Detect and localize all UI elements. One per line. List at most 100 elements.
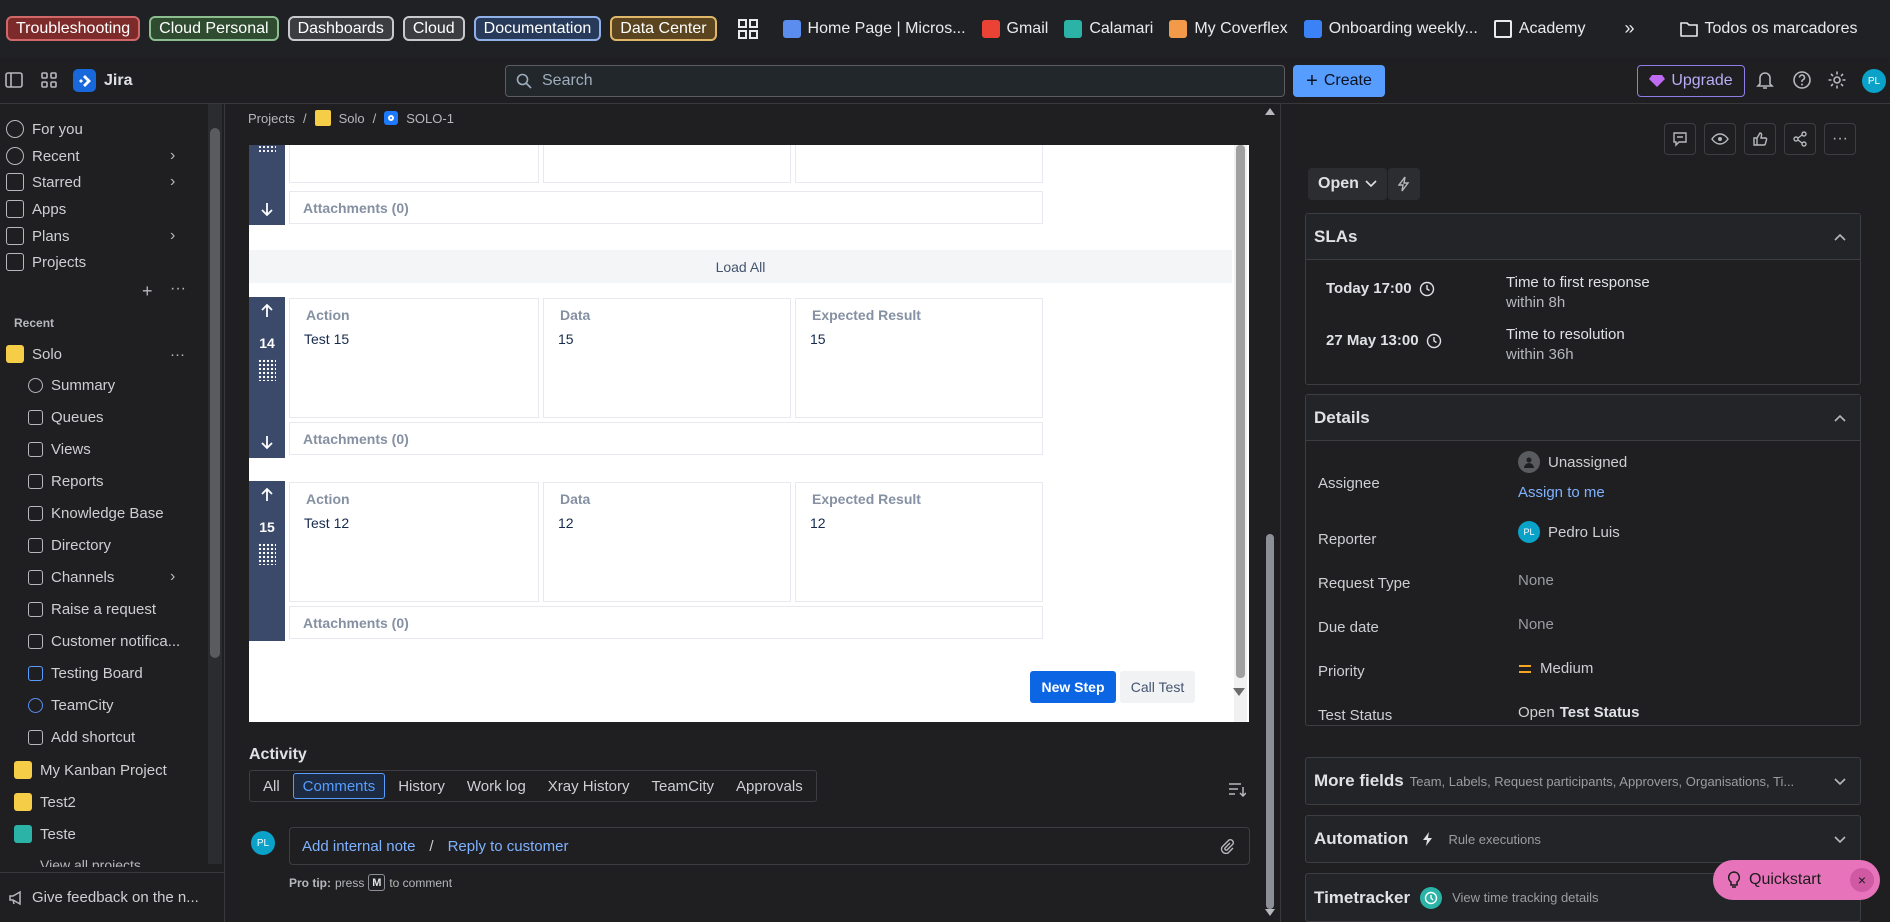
quickstart-button[interactable]: Quickstart ×	[1713, 860, 1880, 900]
sidebar-project[interactable]: Test2	[0, 787, 205, 817]
scroll-up-arrow-icon[interactable]	[1265, 108, 1275, 115]
move-up-icon[interactable]	[259, 487, 275, 503]
step-data-cell[interactable]: Data 15	[543, 298, 791, 418]
drag-handle-icon[interactable]	[258, 359, 276, 381]
drag-handle-icon[interactable]	[258, 543, 276, 565]
sidebar-item-projects[interactable]: Projects	[0, 247, 205, 277]
help-icon[interactable]	[1792, 70, 1812, 90]
bookmark-link[interactable]: Onboarding weekly...	[1303, 19, 1478, 38]
assignee-value[interactable]: Unassigned	[1518, 451, 1627, 473]
breadcrumb-projects[interactable]: Projects	[248, 111, 295, 126]
more-actions-button[interactable]: ···	[1824, 123, 1856, 155]
more-bookmarks-icon[interactable]: »	[1625, 18, 1635, 39]
add-internal-note-link[interactable]: Add internal note	[302, 838, 415, 855]
bookmark-folder[interactable]: Cloud Personal	[149, 16, 279, 41]
step-action-cell[interactable]: Action Test 12	[289, 482, 539, 602]
projects-more-icon[interactable]: ···	[170, 280, 186, 298]
quickstart-close-icon[interactable]: ×	[1850, 868, 1874, 892]
breadcrumb-issue[interactable]: SOLO-1	[406, 111, 454, 126]
step-expected-cell[interactable]: Expected Result 15	[795, 298, 1043, 418]
scroll-down-arrow-icon[interactable]	[1233, 688, 1245, 696]
sidebar-item-reports[interactable]: Reports	[0, 466, 205, 496]
status-dropdown[interactable]: Open	[1308, 168, 1387, 200]
upgrade-button[interactable]: Upgrade	[1637, 65, 1745, 97]
create-button[interactable]: + Create	[1293, 65, 1385, 97]
bookmark-folder[interactable]: Dashboards	[287, 16, 394, 41]
sidebar-project[interactable]: My Kanban Project	[0, 755, 205, 785]
sidebar-item-queues[interactable]: Queues	[0, 402, 205, 432]
sidebar-item-for-you[interactable]: For you	[0, 114, 205, 144]
move-down-icon[interactable]	[259, 201, 275, 217]
sidebar-scrollbar[interactable]	[208, 104, 222, 864]
comment-box[interactable]: Add internal note / Reply to customer	[289, 827, 1250, 865]
request-type-value[interactable]: None	[1518, 572, 1554, 589]
sidebar-project-solo[interactable]: Solo ···	[0, 339, 205, 369]
feedback-button[interactable]	[1664, 123, 1696, 155]
reply-to-customer-link[interactable]: Reply to customer	[448, 838, 569, 855]
sidebar-project[interactable]: Teste	[0, 819, 205, 849]
scroll-down-arrow-icon[interactable]	[1265, 909, 1275, 916]
avatar[interactable]: PL	[1862, 69, 1886, 93]
automation-button[interactable]	[1388, 168, 1420, 200]
move-up-icon[interactable]	[259, 303, 275, 319]
notifications-icon[interactable]	[1756, 70, 1774, 90]
sidebar-item-views[interactable]: Views	[0, 434, 205, 464]
sidebar-item-channels[interactable]: Channels ›	[0, 562, 205, 592]
step-data-cell[interactable]	[543, 145, 791, 183]
bookmark-link[interactable]: Gmail	[981, 19, 1048, 38]
automation-section[interactable]: Automation Rule executions	[1305, 815, 1861, 863]
step-data-cell[interactable]: Data 12	[543, 482, 791, 602]
step-attachments[interactable]: Attachments (0)	[289, 191, 1043, 224]
step-attachments[interactable]: Attachments (0)	[289, 422, 1043, 455]
share-button[interactable]	[1784, 123, 1816, 155]
new-step-button[interactable]: New Step	[1030, 671, 1116, 703]
sidebar-item-add-shortcut[interactable]: Add shortcut	[0, 722, 205, 752]
bookmark-folder[interactable]: Cloud	[402, 16, 465, 41]
tab-approvals[interactable]: Approvals	[727, 773, 812, 799]
details-header[interactable]: Details	[1306, 395, 1860, 441]
main-scrollbar[interactable]	[1262, 104, 1278, 922]
vote-button[interactable]	[1744, 123, 1776, 155]
projects-add-icon[interactable]: +	[142, 281, 153, 302]
tab-work-log[interactable]: Work log	[458, 773, 535, 799]
sidebar-toggle-icon[interactable]	[5, 71, 23, 89]
feedback-link[interactable]: Give feedback on the n...	[0, 872, 224, 922]
breadcrumb-project[interactable]: Solo	[339, 111, 365, 126]
test-status-value[interactable]: Open Test Status	[1518, 704, 1639, 721]
reporter-value[interactable]: PL Pedro Luis	[1518, 521, 1620, 543]
move-down-icon[interactable]	[259, 434, 275, 450]
sidebar-item-knowledge-base[interactable]: Knowledge Base	[0, 498, 205, 528]
watch-button[interactable]	[1704, 123, 1736, 155]
bookmark-link[interactable]: My Coverflex	[1169, 19, 1288, 38]
sidebar-item-directory[interactable]: Directory	[0, 530, 205, 560]
slas-header[interactable]: SLAs	[1306, 214, 1860, 260]
bookmark-link[interactable]: Academy	[1493, 19, 1586, 38]
sidebar-item-customer-notifica-[interactable]: Customer notifica...	[0, 626, 205, 656]
chevron-right-icon[interactable]: ›	[170, 568, 175, 586]
tab-history[interactable]: History	[389, 773, 454, 799]
step-action-cell[interactable]	[289, 145, 539, 183]
bookmark-link[interactable]: Calamari	[1064, 19, 1153, 38]
assign-to-me-link[interactable]: Assign to me	[1518, 484, 1605, 501]
load-all-button[interactable]: Load All	[249, 250, 1232, 283]
more-fields-section[interactable]: More fields Team, Labels, Request partic…	[1305, 757, 1861, 805]
bookmark-folder[interactable]: Troubleshooting	[6, 16, 141, 41]
tab-all[interactable]: All	[254, 773, 289, 799]
drag-handle-icon[interactable]	[258, 145, 276, 153]
jira-logo[interactable]: Jira	[73, 69, 132, 92]
settings-icon[interactable]	[1827, 70, 1847, 90]
chevron-right-icon[interactable]: ›	[170, 227, 175, 245]
step-expected-cell[interactable]	[795, 145, 1043, 183]
step-expected-cell[interactable]: Expected Result 12	[795, 482, 1043, 602]
app-switcher-icon[interactable]	[40, 71, 58, 89]
tab-xray-history[interactable]: Xray History	[539, 773, 639, 799]
sidebar-item-raise-a-request[interactable]: Raise a request	[0, 594, 205, 624]
bookmark-folder[interactable]: Documentation	[473, 16, 602, 41]
view-all-projects[interactable]: View all projects	[40, 857, 141, 867]
priority-value[interactable]: Medium	[1518, 660, 1593, 677]
sort-icon[interactable]	[1228, 781, 1246, 797]
attachment-icon[interactable]	[1219, 838, 1235, 854]
due-date-value[interactable]: None	[1518, 616, 1554, 633]
chevron-right-icon[interactable]: ›	[170, 147, 175, 165]
sidebar-item-summary[interactable]: Summary	[0, 370, 205, 400]
